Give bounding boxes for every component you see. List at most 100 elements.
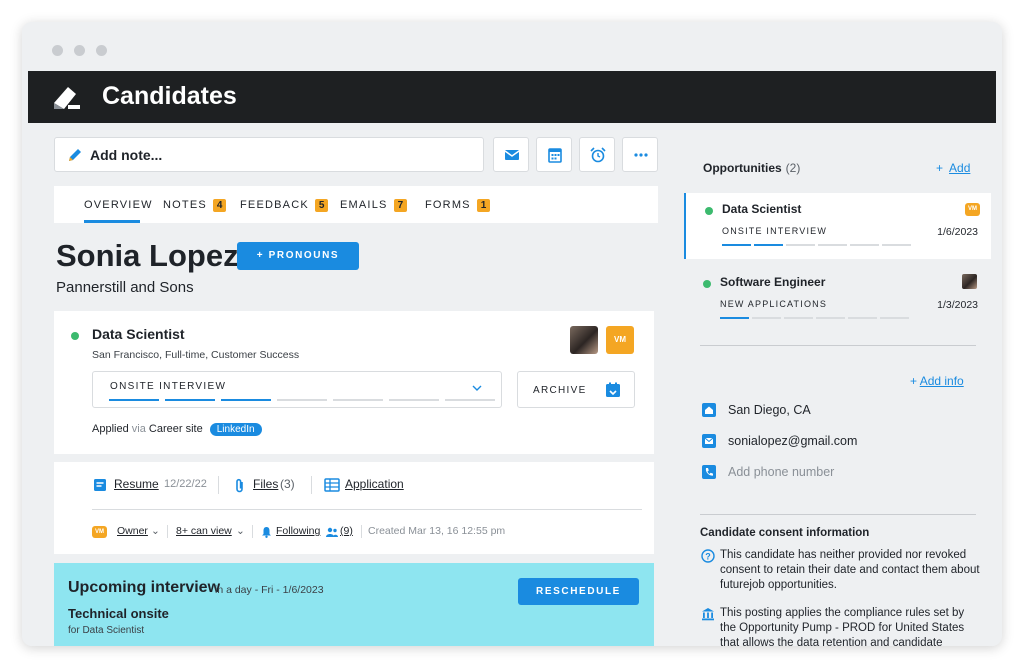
app-logo-icon [54, 87, 80, 109]
interview-date: in a day - Fri - 1/6/2023 [215, 584, 324, 596]
job-title[interactable]: Data Scientist [92, 326, 185, 342]
files-count: (3) [280, 477, 295, 491]
window-minimize-dot[interactable] [74, 45, 85, 56]
envelope-icon [504, 150, 520, 160]
status-active-dot [703, 280, 711, 288]
upcoming-interview-card: Upcoming interview in a day - Fri - 1/6/… [54, 563, 654, 646]
opportunity-stage: NEW APPLICATIONS [720, 299, 828, 309]
documents-card: Resume 12/22/22 Files (3) Application VM… [54, 462, 654, 554]
followers-count[interactable]: (9) [340, 525, 353, 537]
add-info-button[interactable]: + Add info [910, 374, 964, 388]
resume-date: 12/22/22 [164, 478, 207, 490]
add-pronouns-button[interactable]: + PRONOUNS [237, 242, 359, 270]
tab-notes[interactable]: NOTES 4 [163, 199, 227, 212]
more-options-button[interactable] [622, 137, 658, 172]
archive-box-icon [606, 382, 620, 397]
stage-progress-segment [389, 399, 439, 401]
created-timestamp: Created Mar 13, 16 12:55 pm [368, 525, 506, 537]
tab-forms-label: FORMS [425, 199, 471, 211]
candidate-email[interactable]: sonialopez@gmail.com [728, 434, 857, 448]
add-note-label: Add note... [90, 147, 163, 163]
svg-text:?: ? [705, 552, 711, 562]
browser-window: Candidates Add note... OVERVIEW NOTES 4 … [22, 22, 1002, 646]
chevron-down-icon [472, 385, 482, 391]
consent-status-text: This candidate has neither provided nor … [720, 549, 980, 591]
bell-icon [262, 527, 271, 538]
opportunity-date: 1/6/2023 [937, 226, 978, 238]
opportunity-item[interactable]: Data Scientist ONSITE INTERVIEW 1/6/2023… [684, 193, 991, 259]
status-active-dot [71, 332, 79, 340]
opportunity-progress-segment [848, 317, 877, 319]
tab-forms[interactable]: FORMS 1 [425, 199, 491, 212]
interview-type: Technical onsite [68, 606, 169, 621]
files-link[interactable]: Files [253, 477, 278, 491]
add-info-label: Add info [919, 374, 964, 388]
opportunities-header: Opportunities (2) [703, 161, 800, 175]
stage-dropdown[interactable]: ONSITE INTERVIEW [92, 371, 502, 408]
window-titlebar [22, 22, 1002, 71]
calendar-icon [548, 148, 562, 163]
applied-source: Applied via Career site LinkedIn [92, 423, 262, 436]
visibility-dropdown[interactable]: 8+ can view [176, 525, 232, 537]
opportunity-title: Data Scientist [722, 202, 802, 216]
more-dots-icon [634, 153, 648, 157]
opportunity-progress-segment [816, 317, 845, 319]
opportunity-progress-segment [786, 244, 815, 246]
opportunity-date: 1/3/2023 [937, 299, 978, 311]
job-meta: San Francisco, Full-time, Customer Succe… [92, 349, 300, 361]
window-maximize-dot[interactable] [96, 45, 107, 56]
phone-icon [702, 465, 716, 479]
stage-progress-segment [165, 399, 215, 401]
page-title: Candidates [102, 82, 237, 110]
schedule-button[interactable] [536, 137, 572, 172]
stage-progress-segment [277, 399, 327, 401]
add-note-input[interactable]: Add note... [54, 137, 484, 172]
tab-emails[interactable]: EMAILS 7 [340, 199, 408, 212]
opportunity-item[interactable]: Software Engineer NEW APPLICATIONS 1/3/2… [684, 266, 991, 332]
opportunity-stage: ONSITE INTERVIEW [722, 226, 828, 236]
following-toggle[interactable]: Following [276, 525, 320, 537]
divider [252, 525, 253, 538]
tab-feedback-label: FEEDBACK [240, 199, 309, 211]
tab-overview[interactable]: OVERVIEW [84, 199, 153, 211]
home-icon [702, 403, 716, 417]
reschedule-button[interactable]: RESCHEDULE [518, 578, 639, 605]
opportunities-count: (2) [785, 161, 801, 175]
tab-forms-count: 1 [476, 199, 491, 212]
divider [167, 525, 168, 538]
source-tag-linkedin[interactable]: LinkedIn [209, 423, 262, 436]
bank-building-icon [702, 608, 714, 621]
email-button[interactable] [493, 137, 529, 172]
opportunity-progress-segment [754, 244, 783, 246]
opportunity-progress-segment [850, 244, 879, 246]
tab-feedback[interactable]: FEEDBACK 5 [240, 199, 329, 212]
add-opportunity-button[interactable]: + Add [936, 161, 970, 175]
divider [92, 509, 642, 510]
opportunity-progress-segment [752, 317, 781, 319]
followers-icon [326, 527, 338, 537]
avatar [962, 274, 977, 289]
tab-feedback-count: 5 [314, 199, 329, 212]
archive-button-label: ARCHIVE [533, 385, 587, 396]
consent-policy-text: This posting applies the compliance rule… [720, 607, 965, 646]
opportunity-progress-segment [722, 244, 751, 246]
owner-avatar-badge: VM [606, 326, 634, 354]
tab-notes-count: 4 [212, 199, 227, 212]
applied-prefix: Applied [92, 423, 129, 435]
phone-field[interactable]: Add phone number [728, 465, 834, 479]
owner-dropdown[interactable]: Owner [117, 525, 148, 537]
reminder-button[interactable] [579, 137, 615, 172]
app-header: Candidates [28, 71, 996, 123]
interview-job: for Data Scientist [68, 625, 145, 636]
alarm-clock-icon [590, 147, 606, 163]
opportunity-progress-segment [880, 317, 909, 319]
divider [700, 514, 976, 515]
resume-link[interactable]: Resume [114, 477, 159, 491]
archive-button[interactable]: ARCHIVE [517, 371, 635, 408]
stage-progress-segment [333, 399, 383, 401]
applied-source-name: Career site [148, 423, 203, 435]
candidate-company: Pannerstill and Sons [56, 279, 194, 296]
question-circle-icon: ? [701, 549, 715, 563]
application-link[interactable]: Application [345, 477, 404, 491]
window-close-dot[interactable] [52, 45, 63, 56]
